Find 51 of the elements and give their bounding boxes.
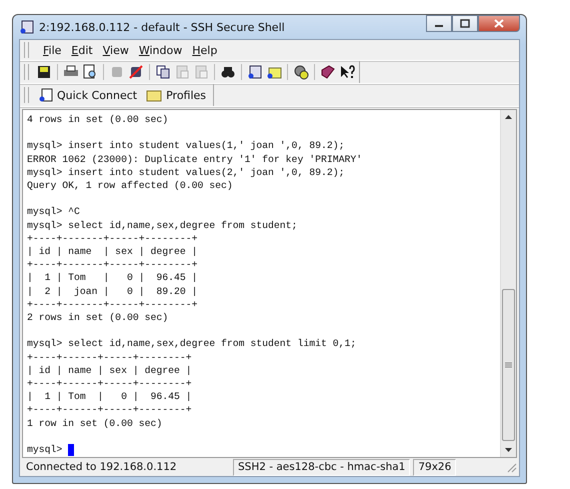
text-cursor [68,444,74,456]
close-icon [494,19,504,28]
status-text: 79x26 [413,458,456,476]
help-icon[interactable] [339,64,355,80]
folder-icon [146,88,162,102]
terminal-line: mysql> insert into student values(2,' joan ',0, 89.2); [27,166,346,179]
toolbar-button[interactable]: Quick Connect [36,88,140,102]
window-title: 2:192.168.0.112 - default - SSH Secure Shell [39,20,285,34]
menu-item[interactable]: Window [138,44,182,56]
menu-item[interactable]: File [43,44,62,56]
terminal-line: Query OK, 1 row affected (0.00 sec) [27,179,234,192]
terminal-line: | 1 | Tom | 0 | 96.45 | [27,271,198,285]
terminal-line: +----+------+-----+--------+ [27,350,193,364]
app-icon [19,19,35,35]
terminal-line: mysql> select id,name,sex,degree from student; [27,218,298,232]
terminal-line: mysql> select id,name,sex,degree from student limit 0,1; [27,337,358,351]
terminal-line: +----+-------+-----+--------+ [27,232,198,245]
terminal-line: mysql> ^C [27,205,81,219]
resize-grip-icon[interactable] [505,461,517,473]
terminal-icon[interactable] [247,64,263,80]
terminal-line: | 2 | joan | 0 | 89.20 | [27,284,198,298]
terminal-line: 4 rows in set (0.00 sec) [27,113,170,126]
menu-item[interactable]: Help [192,44,218,56]
status-text: SSH2 - aes128-cbc - hmac-sha1 [233,458,410,476]
maximize-icon [460,19,470,28]
menu-item[interactable]: Edit [71,44,93,56]
menu-item[interactable]: View [102,44,129,56]
terminal-line: +----+------+-----+--------+ [27,377,193,390]
terminal-line: ERROR 1062 (23000): Duplicate entry '1' for key 'PRIMARY' [27,152,364,166]
terminal-prompt: mysql> [27,443,62,456]
status-text: Connected to 192.168.0.112 [25,460,178,474]
terminal-line: +----+-------+-----+--------+ [27,258,198,272]
close-button[interactable] [478,15,520,32]
terminal-line: +----+-------+-----+--------+ [27,298,198,312]
maximize-button[interactable] [452,15,478,32]
save-icon[interactable] [36,64,52,80]
toolbar-button[interactable]: Profiles [143,88,210,102]
terminal-line: mysql> insert into student values(1,' joan ',0, 89.2); [27,139,346,153]
terminal-line: | 1 | Tom | 0 | 96.45 | [27,390,193,404]
binoculars-icon[interactable] [220,64,236,80]
vertical-scrollbar[interactable] [500,110,516,457]
terminal-line: | id | name | sex | degree | [27,364,193,378]
terminal-line: 2 rows in set (0.00 sec) [27,311,170,324]
disconnect-icon[interactable] [128,64,144,80]
terminal-line: +----+------+-----+--------+ [27,403,193,417]
scroll-thumb[interactable] [502,289,515,441]
terminal-line: | id | name | sex | degree | [27,245,198,258]
minimize-button[interactable] [426,15,452,32]
terminal-line: 1 row in set (0.00 sec) [27,416,164,430]
copy-icon[interactable] [155,64,171,80]
print-preview-icon[interactable] [82,64,98,80]
